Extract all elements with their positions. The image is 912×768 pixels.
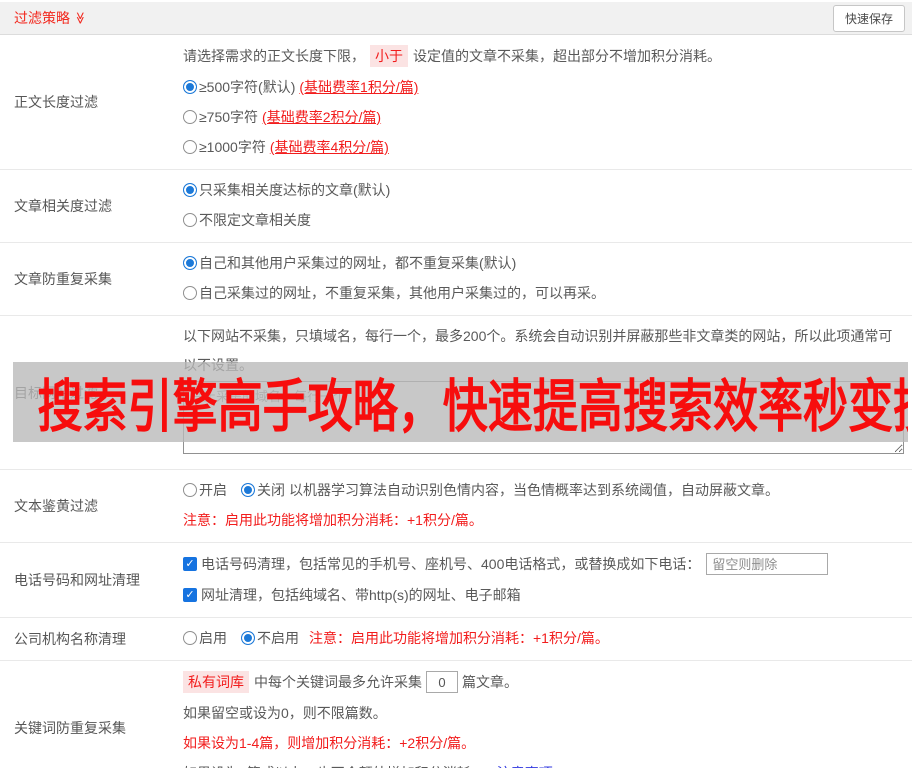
radio-icon[interactable] — [183, 483, 197, 497]
row-body-length-content: 请选择需求的正文长度下限， 小于 设定值的文章不采集，超出部分不增加积分消耗。 … — [181, 35, 912, 169]
row-body-length-label: 正文长度过滤 — [14, 94, 98, 110]
option-label: 不限定文章相关度 — [199, 212, 311, 228]
radio-checked-icon[interactable] — [183, 183, 197, 197]
page-title-label: 过滤策略 — [14, 10, 70, 26]
company-cleanup-options: 启用 不启用 注意：启用此功能将增加积分消耗：+1积分/篇。 — [183, 628, 904, 648]
notes-link[interactable]: 注意事项≫ — [497, 763, 566, 768]
row-porn-filter: 文本鉴黄过滤 开启 关闭 以机器学习算法自动识别色情内容，当色情概率达到系统阈值… — [0, 470, 912, 543]
body-length-intro: 请选择需求的正文长度下限， 小于 设定值的文章不采集，超出部分不增加积分消耗。 — [183, 45, 904, 67]
phone-cleanup-label[interactable]: 电话号码清理，包括常见的手机号、座机号、400电话格式，或替换成如下电话： — [201, 554, 700, 574]
option-label: ≥500字符(默认) — [199, 79, 296, 95]
option-fee: (基础费率2积分/篇) — [262, 109, 382, 125]
body-length-option-1000[interactable]: ≥1000字符 (基础费率4积分/篇) — [183, 137, 904, 157]
option-label: ≥750字符 — [199, 109, 259, 125]
checkbox-checked-icon[interactable]: ✓ — [183, 557, 197, 571]
row-phone-url-content: ✓ 电话号码清理，包括常见的手机号、座机号、400电话格式，或替换成如下电话： … — [181, 543, 912, 617]
porn-filter-note: 注意：启用此功能将增加积分消耗：+1积分/篇。 — [183, 512, 483, 528]
company-option-on-label[interactable]: 启用 — [199, 628, 227, 648]
filter-strategy-page: 过滤策略 ≫ 快速保存 正文长度过滤 请选择需求的正文长度下限， 小于 设定值的… — [0, 0, 912, 768]
porn-filter-desc: 以机器学习算法自动识别色情内容，当色情概率达到系统阈值，自动屏蔽文章。 — [289, 482, 779, 498]
radio-checked-icon[interactable] — [241, 631, 255, 645]
radio-icon[interactable] — [183, 631, 197, 645]
body-length-option-500[interactable]: ≥500字符(默认) (基础费率1积分/篇) — [183, 77, 904, 97]
keyword-max-count-input[interactable] — [426, 671, 458, 693]
radio-checked-icon[interactable] — [183, 80, 197, 94]
keyword-note-zero: 如果留空或设为0，则不限篇数。 — [183, 705, 387, 721]
row-porn-filter-label: 文本鉴黄过滤 — [14, 498, 98, 514]
checkbox-checked-icon[interactable]: ✓ — [183, 588, 197, 602]
quick-save-button[interactable]: 快速保存 — [832, 4, 905, 32]
radio-icon[interactable] — [183, 213, 197, 227]
replacement-phone-input[interactable] — [706, 553, 829, 575]
option-label: 只采集相关度达标的文章(默认) — [199, 182, 391, 198]
intro-highlight: 小于 — [370, 45, 408, 67]
keyword-note-5plus-line: 如果设为5篇或以上，也不会额外增加积分消耗。 注意事项≫ — [183, 763, 904, 768]
radio-checked-icon[interactable] — [183, 256, 197, 270]
phone-cleanup-option: ✓ 电话号码清理，包括常见的手机号、座机号、400电话格式，或替换成如下电话： — [183, 553, 904, 575]
watermark-overlay: 搜索引擎高手攻略，快速提高搜索效率秒变搜 — [13, 362, 908, 442]
row-dedup-collect: 文章防重复采集 自己和其他用户采集过的网址，都不重复采集(默认) 自己采集过的网… — [0, 243, 912, 316]
radio-icon[interactable] — [183, 286, 197, 300]
option-fee: (基础费率1积分/篇) — [299, 79, 419, 95]
dedup-option-global[interactable]: 自己和其他用户采集过的网址，都不重复采集(默认) — [183, 253, 904, 273]
option-label: 自己采集过的网址，不重复采集，其他用户采集过的，可以再采。 — [199, 285, 605, 301]
row-relevance-content: 只采集相关度达标的文章(默认) 不限定文章相关度 — [181, 170, 912, 242]
keyword-limit-line: 私有词库 中每个关键词最多允许采集 篇文章。 — [183, 671, 904, 693]
collapse-icon[interactable]: ≫ — [73, 12, 87, 25]
row-relevance-label: 文章相关度过滤 — [14, 198, 112, 214]
page-title[interactable]: 过滤策略 ≫ — [14, 8, 87, 28]
row-company-content: 启用 不启用 注意：启用此功能将增加积分消耗：+1积分/篇。 — [181, 618, 912, 660]
watermark-text: 搜索引擎高手攻略，快速提高搜索效率秒变搜 — [37, 375, 908, 439]
porn-option-on-label[interactable]: 开启 — [199, 480, 227, 500]
body-length-option-750[interactable]: ≥750字符 (基础费率2积分/篇) — [183, 107, 904, 127]
keyword-note-1-4: 如果设为1-4篇，则增加积分消耗：+2积分/篇。 — [183, 735, 476, 751]
topbar: 过滤策略 ≫ 快速保存 — [0, 2, 912, 35]
row-target-site-filter: 目标网站过滤 以下网站不采集，只填域名，每行一个，最多200个。系统会自动识别并… — [0, 316, 912, 470]
row-porn-filter-content: 开启 关闭 以机器学习算法自动识别色情内容，当色情概率达到系统阈值，自动屏蔽文章… — [181, 470, 912, 542]
radio-icon[interactable] — [183, 140, 197, 154]
porn-filter-options: 开启 关闭 以机器学习算法自动识别色情内容，当色情概率达到系统阈值，自动屏蔽文章… — [183, 480, 904, 500]
porn-option-off-label[interactable]: 关闭 — [257, 480, 285, 500]
target-site-desc-line1: 以下网站不采集，只填域名，每行一个，最多200个。系统会自动识别并屏蔽那些非文章… — [183, 328, 893, 344]
option-fee: (基础费率4积分/篇) — [269, 139, 389, 155]
radio-checked-icon[interactable] — [241, 483, 255, 497]
row-phone-url-cleanup: 电话号码和网址清理 ✓ 电话号码清理，包括常见的手机号、座机号、400电话格式，… — [0, 543, 912, 618]
row-body-length-filter: 正文长度过滤 请选择需求的正文长度下限， 小于 设定值的文章不采集，超出部分不增… — [0, 35, 912, 170]
row-keyword-label: 关键词防重复采集 — [14, 720, 126, 736]
intro-post: 设定值的文章不采集，超出部分不增加积分消耗。 — [413, 48, 721, 64]
row-dedup-label: 文章防重复采集 — [14, 271, 112, 287]
option-label: ≥1000字符 — [199, 139, 266, 155]
row-keyword-dedup: 关键词防重复采集 私有词库 中每个关键词最多允许采集 篇文章。 如果留空或设为0… — [0, 661, 912, 768]
option-label: 自己和其他用户采集过的网址，都不重复采集(默认) — [199, 255, 517, 271]
row-company-cleanup: 公司机构名称清理 启用 不启用 注意：启用此功能将增加积分消耗：+1积分/篇。 — [0, 618, 912, 661]
row-relevance-filter: 文章相关度过滤 只采集相关度达标的文章(默认) 不限定文章相关度 — [0, 170, 912, 243]
relevance-option-any[interactable]: 不限定文章相关度 — [183, 210, 904, 230]
row-phone-url-label: 电话号码和网址清理 — [14, 572, 140, 588]
row-keyword-content: 私有词库 中每个关键词最多允许采集 篇文章。 如果留空或设为0，则不限篇数。 如… — [181, 661, 912, 768]
url-cleanup-label[interactable]: 网址清理，包括纯域名、带http(s)的网址、电子邮箱 — [201, 585, 521, 605]
private-lexicon-badge[interactable]: 私有词库 — [183, 671, 249, 693]
relevance-option-strict[interactable]: 只采集相关度达标的文章(默认) — [183, 180, 904, 200]
row-company-label: 公司机构名称清理 — [14, 631, 126, 647]
intro-pre: 请选择需求的正文长度下限， — [183, 48, 365, 64]
url-cleanup-option: ✓ 网址清理，包括纯域名、带http(s)的网址、电子邮箱 — [183, 585, 904, 605]
company-cleanup-note: 注意：启用此功能将增加积分消耗：+1积分/篇。 — [309, 630, 609, 646]
row-dedup-content: 自己和其他用户采集过的网址，都不重复采集(默认) 自己采集过的网址，不重复采集，… — [181, 243, 912, 315]
keyword-limit-suffix: 篇文章。 — [462, 674, 518, 690]
dedup-option-self[interactable]: 自己采集过的网址，不重复采集，其他用户采集过的，可以再采。 — [183, 283, 904, 303]
radio-icon[interactable] — [183, 110, 197, 124]
keyword-limit-text: 中每个关键词最多允许采集 — [254, 674, 422, 690]
company-option-off-label[interactable]: 不启用 — [257, 628, 299, 648]
keyword-note-5plus: 如果设为5篇或以上，也不会额外增加积分消耗。 — [183, 763, 485, 768]
